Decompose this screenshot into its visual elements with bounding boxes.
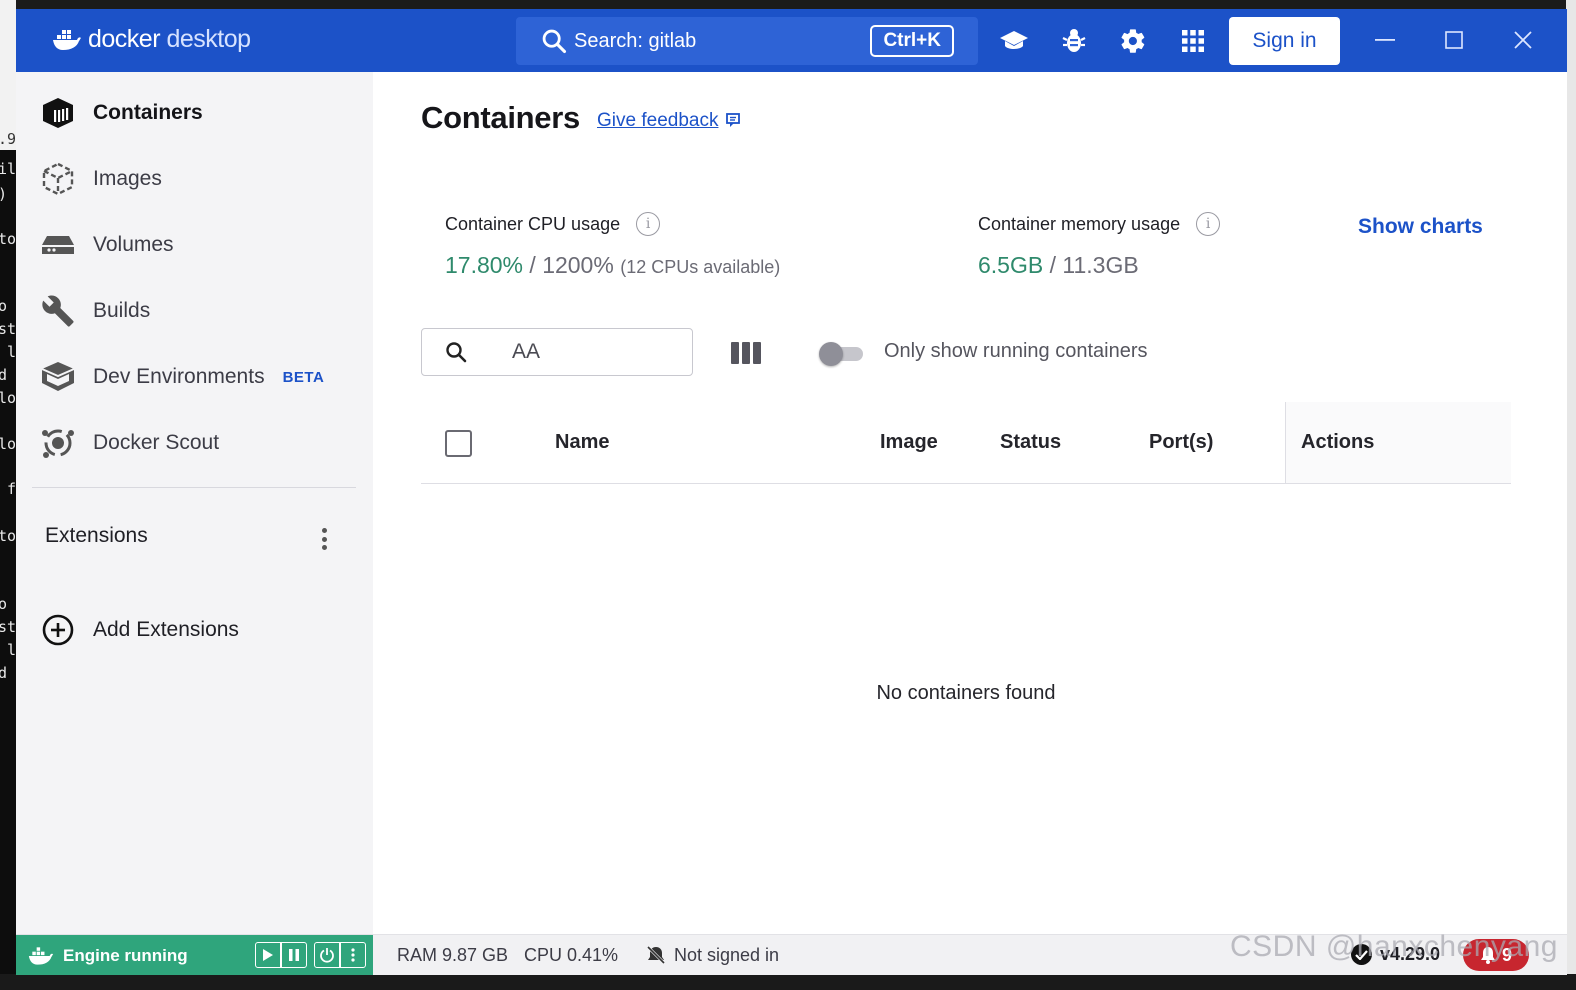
cpu-separator: /	[523, 252, 543, 278]
sidebar-item-volumes[interactable]: Volumes	[38, 223, 358, 267]
cpu-usage: CPU 0.41%	[524, 945, 619, 965]
info-icon[interactable]: i	[636, 212, 661, 236]
engine-power-controls	[314, 942, 366, 968]
extensions-grid-icon[interactable]	[1178, 26, 1208, 56]
sidebar-item-label: Images	[93, 167, 162, 190]
column-status[interactable]: Status	[1000, 431, 1061, 454]
power-icon[interactable]	[315, 943, 339, 967]
dev-environments-icon	[38, 357, 78, 397]
memory-separator: /	[1043, 252, 1063, 278]
search-icon	[542, 29, 567, 54]
sidebar: Containers Images Volumes Builds Dev Env…	[16, 72, 373, 934]
sidebar-item-label: Docker Scout	[93, 431, 220, 454]
brand-docker: docker	[88, 25, 161, 53]
background-window-edge	[1566, 0, 1576, 990]
column-settings-icon[interactable]	[731, 342, 761, 364]
search-text: Search: gitlab	[574, 29, 697, 52]
sidebar-item-label: Containers	[93, 101, 203, 124]
cpu-available-note: (12 CPUs available)	[620, 257, 781, 277]
search-shortcut-badge: Ctrl+K	[870, 25, 954, 57]
more-options-icon[interactable]	[341, 943, 365, 967]
column-image[interactable]: Image	[880, 431, 938, 454]
cpu-total: 1200%	[542, 252, 614, 278]
containers-icon	[38, 93, 78, 133]
extensions-heading: Extensions	[45, 524, 148, 547]
sidebar-item-containers[interactable]: Containers	[38, 91, 358, 135]
csdn-watermark: CSDN @hanxchenyang	[1230, 930, 1558, 963]
add-circle-icon	[38, 610, 78, 650]
docker-scout-icon	[38, 423, 78, 463]
ram-usage: RAM 9.87 GB	[397, 945, 509, 965]
add-extensions-label: Add Extensions	[93, 618, 239, 641]
docker-whale-icon	[53, 29, 81, 50]
column-ports[interactable]: Port(s)	[1149, 431, 1213, 454]
engine-status-text: Engine running	[63, 945, 188, 965]
background-terminal: .9 il ) to o st l d lo lo f to o st l d	[0, 0, 16, 990]
give-feedback-label: Give feedback	[597, 110, 719, 131]
info-icon[interactable]: i	[1196, 212, 1221, 236]
sidebar-item-docker-scout[interactable]: Docker Scout	[38, 421, 358, 465]
beta-badge: BETA	[282, 368, 325, 386]
learning-center-icon[interactable]	[999, 26, 1029, 56]
sidebar-item-label: Volumes	[93, 233, 174, 256]
main-content: Containers Give feedback Container CPU u…	[373, 72, 1567, 934]
engine-status[interactable]: Engine running	[16, 935, 373, 975]
cpu-usage-label-text: Container CPU usage	[445, 213, 621, 234]
play-icon[interactable]	[256, 943, 280, 967]
sign-in-button[interactable]: Sign in	[1229, 17, 1340, 65]
close-icon[interactable]	[1508, 27, 1538, 53]
running-only-label: Only show running containers	[884, 340, 1148, 362]
search-icon	[446, 342, 467, 363]
search-value: AA	[512, 340, 541, 363]
engine-run-controls	[255, 942, 307, 968]
memory-used: 6.5GB	[978, 252, 1044, 278]
docker-whale-icon	[28, 946, 54, 965]
title-bar: docker desktop Search: gitlab Ctrl+K Sig…	[16, 9, 1567, 72]
feedback-chat-icon	[726, 113, 741, 127]
sidebar-item-dev-environments[interactable]: Dev Environments BETA	[38, 355, 358, 399]
page-title: Containers	[421, 100, 580, 135]
memory-total: 11.3GB	[1062, 252, 1139, 278]
running-only-toggle[interactable]	[819, 342, 863, 366]
add-extensions-button[interactable]: Add Extensions	[38, 608, 358, 652]
sign-in-status[interactable]: Not signed in	[674, 945, 779, 966]
column-actions: Actions	[1285, 402, 1511, 483]
show-charts-button[interactable]: Show charts	[1358, 215, 1483, 239]
sidebar-item-label: Builds	[93, 299, 151, 322]
column-name[interactable]: Name	[555, 431, 609, 454]
docker-desktop-window: docker desktop Search: gitlab Ctrl+K Sig…	[16, 9, 1567, 975]
sidebar-item-images[interactable]: Images	[38, 157, 358, 201]
select-all-checkbox[interactable]	[445, 430, 472, 457]
memory-usage-label-text: Container memory usage	[978, 213, 1181, 234]
troubleshoot-bug-icon[interactable]	[1059, 26, 1089, 56]
memory-usage-label: Container memory usage i	[978, 212, 1221, 236]
sidebar-divider	[32, 487, 356, 488]
sidebar-item-label: Dev Environments	[93, 365, 265, 388]
cpu-usage-value: 17.80% / 1200% (12 CPUs available)	[445, 252, 780, 279]
minimize-icon[interactable]	[1370, 27, 1400, 53]
settings-gear-icon[interactable]	[1118, 26, 1148, 56]
memory-usage-value: 6.5GB / 11.3GB	[978, 252, 1139, 279]
container-search-input[interactable]: AA	[421, 328, 693, 376]
builds-wrench-icon	[38, 291, 78, 331]
pause-icon[interactable]	[282, 943, 306, 967]
extensions-menu-icon[interactable]	[312, 524, 336, 554]
maximize-icon[interactable]	[1439, 27, 1469, 53]
cpu-used: 17.80%	[445, 252, 524, 278]
volumes-icon	[38, 225, 78, 265]
sidebar-item-builds[interactable]: Builds	[38, 289, 358, 333]
column-actions-label: Actions	[1301, 431, 1375, 453]
brand-desktop: desktop	[166, 25, 252, 53]
give-feedback-link[interactable]: Give feedback	[597, 110, 742, 132]
global-search[interactable]: Search: gitlab Ctrl+K	[516, 17, 978, 65]
images-icon	[38, 159, 78, 199]
empty-state-message: No containers found	[876, 682, 1056, 704]
background-bottom	[0, 974, 1576, 990]
containers-table-header: Name Image Status Port(s) Actions	[421, 402, 1511, 484]
cpu-usage-label: Container CPU usage i	[445, 212, 661, 236]
not-signed-in-icon	[646, 945, 666, 965]
docker-desktop-logo: docker desktop	[52, 25, 251, 54]
